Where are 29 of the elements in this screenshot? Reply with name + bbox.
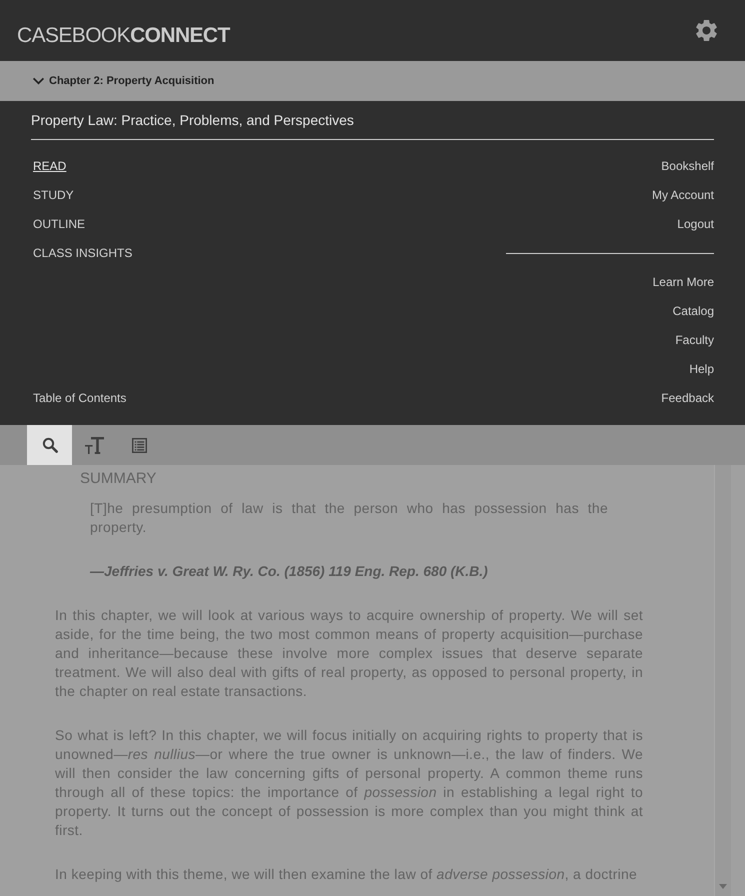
logo[interactable]: CASEBOOKCONNECT	[17, 24, 230, 48]
info-link[interactable]: Faculty	[675, 333, 714, 348]
nav-link[interactable]: STUDY	[33, 188, 74, 203]
info-link[interactable]: Learn More	[652, 275, 714, 290]
section-heading: SUMMARY	[80, 469, 156, 488]
account-link[interactable]: Bookshelf	[661, 159, 714, 174]
chapter-dropdown[interactable]: Chapter 2: Property Acquisition	[0, 61, 745, 101]
quote-citation: —Jeffries v. Great W. Ry. Co. (1856) 119 Eng. Rep. 680 (K.B.)	[90, 562, 488, 581]
text-size-icon	[85, 436, 104, 454]
search-icon	[42, 437, 58, 453]
settings-icon[interactable]	[696, 20, 717, 41]
nav-link[interactable]: CLASS INSIGHTS	[33, 246, 132, 261]
search-button[interactable]	[27, 425, 72, 465]
body-paragraph: So what is left? In this chapter, we will focus initially on acquiring rights to property that is unowned—res nullius—or where the true owner is unknown—i.e., the law of finders. We will then consider the law concerning gifts of personal property. A common theme runs through all of these topics: the importance of possession in establishing a legal right to property. It turns out the concept of possession is more complex than you might think at first.	[55, 726, 643, 840]
scrollbar[interactable]	[714, 465, 731, 896]
table-of-contents-link[interactable]: Table of Contents	[33, 391, 126, 406]
account-link[interactable]: My Account	[652, 188, 714, 203]
nav-link[interactable]: READ	[33, 159, 66, 174]
account-link[interactable]: Logout	[677, 217, 714, 232]
info-link[interactable]: Catalog	[672, 304, 714, 319]
info-link[interactable]: Feedback	[661, 391, 714, 406]
epigraph-quote: [T]he presumption of law is that the person who has possession has the property.	[90, 499, 608, 537]
book-title: Property Law: Practice, Problems, and Perspectives	[31, 111, 354, 130]
body-paragraph: In this chapter, we will look at various ways to acquire ownership of property. We will set aside, for the time being, the two most common means of property acquisition—purchase and inheritance—because these involve more complex issues that deserve separate treatment. We will also deal with gifts of real property, as opposed to personal property, in the chapter on real estate transactions.	[55, 606, 643, 701]
info-link[interactable]: Help	[689, 362, 714, 377]
list-icon	[132, 438, 147, 452]
scroll-down-arrow-icon[interactable]	[719, 884, 727, 889]
nav-link[interactable]: OUTLINE	[33, 217, 86, 232]
body-paragraph: In keeping with this theme, we will then examine the law of adverse possession, a doctrine	[55, 865, 638, 884]
